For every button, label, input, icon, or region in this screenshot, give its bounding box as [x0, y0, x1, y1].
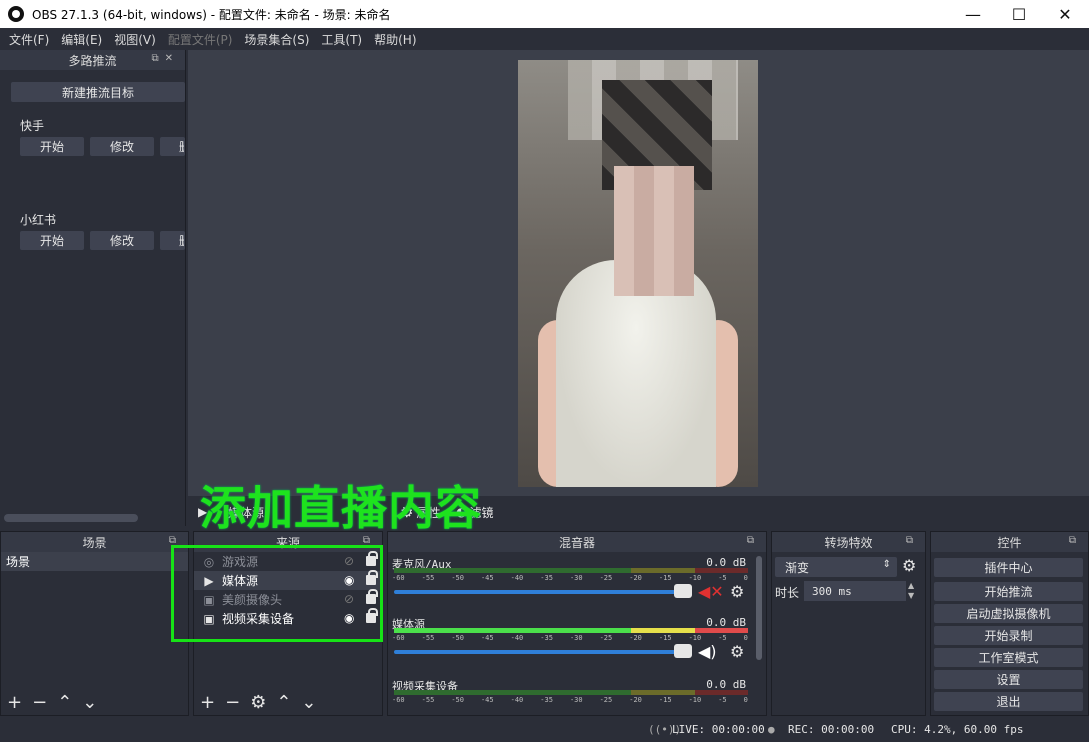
remove-icon[interactable]: −: [32, 692, 47, 713]
start-recording-button[interactable]: 开始录制: [934, 626, 1083, 645]
start-streaming-button[interactable]: 开始推流: [934, 582, 1083, 601]
new-stream-target-button[interactable]: 新建推流目标: [11, 82, 185, 102]
live-time: LIVE: 00:00:00: [672, 723, 765, 736]
settings-button[interactable]: 设置: [934, 670, 1083, 689]
controls-title: 控件: [997, 535, 1022, 550]
meter-ticks: -60 -55 -50 -45 -40 -35 -30 -25 -20 -15 -10 -5 0: [392, 574, 748, 582]
scenes-header: 场景 ⧉: [1, 532, 188, 552]
xiaohongshu-start-button[interactable]: 开始: [20, 231, 84, 250]
menu-profile[interactable]: 配置文件(P): [162, 31, 239, 48]
multistream-title: 多路推流: [68, 53, 117, 68]
plugin-center-button[interactable]: 插件中心: [934, 558, 1083, 577]
close-button[interactable]: ✕: [1042, 0, 1088, 28]
speaker-muted-icon[interactable]: ◀✕: [698, 582, 724, 601]
mixer-channel-mic: 麦克风/Aux 0.0 dB -60 -55 -50 -45 -40 -35 -30 -25-…: [392, 556, 748, 606]
remove-icon[interactable]: −: [225, 692, 240, 713]
menu-scene-collection[interactable]: 场景集合(S): [238, 31, 315, 48]
kuaishou-delete-button[interactable]: 删: [160, 137, 185, 156]
duration-label: 时长: [775, 586, 800, 600]
dock-float-close-icons[interactable]: ⧉✕: [151, 53, 179, 64]
meter-ticks: -60 -55 -50 -45 -40 -35 -30 -25 -20 -15 -10 -5 0: [392, 634, 748, 642]
rec-time: REC: 00:00:00: [788, 723, 875, 736]
mixer-scrollbar[interactable]: [756, 556, 762, 660]
volume-fader[interactable]: [394, 650, 684, 654]
gear-icon[interactable]: ⚙: [730, 642, 744, 661]
platform-label-xiaohongshu: 小红书: [20, 213, 57, 227]
cpu-fps: CPU: 4.2%, 60.00 fps: [891, 723, 1024, 736]
minimize-button[interactable]: —: [950, 0, 996, 28]
obs-logo-icon: [8, 6, 24, 22]
multistream-dock: 多路推流 ⧉✕ 新建推流目标 快手 开始 修改 删 小红书 开始 修改 删: [0, 50, 186, 526]
speaker-icon[interactable]: ◀): [698, 642, 717, 661]
mixer-channel-media: 媒体源 0.0 dB -60 -55 -50 -45 -40 -35 -30 -25 -20 -1…: [392, 616, 748, 666]
gear-icon[interactable]: ⚙: [250, 692, 266, 713]
add-icon[interactable]: +: [200, 692, 215, 713]
move-down-icon[interactable]: ⌄: [82, 692, 97, 713]
preview-video-frame: [518, 60, 758, 487]
scenes-footer: + − ⌃ ⌄: [1, 689, 188, 715]
volume-meter: [394, 628, 748, 633]
transitions-header: 转场特效 ⧉: [772, 532, 925, 552]
gear-icon[interactable]: ⚙: [902, 556, 916, 575]
rec-dot-icon: ●: [768, 723, 775, 736]
studio-mode-button[interactable]: 工作室模式: [934, 648, 1083, 667]
menu-view[interactable]: 视图(V): [108, 31, 162, 48]
transition-select[interactable]: 渐变 ⇕: [775, 557, 897, 577]
add-icon[interactable]: +: [7, 692, 22, 713]
transition-selected: 渐变: [785, 560, 810, 575]
scenes-title: 场景: [82, 535, 107, 550]
exit-button[interactable]: 退出: [934, 692, 1083, 711]
menu-file[interactable]: 文件(F): [3, 31, 55, 48]
scenes-dock: 场景 ⧉ 场景 + − ⌃ ⌄: [0, 531, 189, 716]
multistream-header: 多路推流 ⧉✕: [0, 50, 185, 70]
fader-knob[interactable]: [674, 584, 692, 598]
kuaishou-start-button[interactable]: 开始: [20, 137, 84, 156]
mixer-header: 混音器 ⧉: [388, 532, 766, 552]
status-bar: ((•)) LIVE: 00:00:00 ● REC: 00:00:00 CPU…: [0, 716, 1089, 742]
move-down-icon[interactable]: ⌄: [301, 692, 316, 713]
mixer-dock: 混音器 ⧉ 麦克风/Aux 0.0 dB -60 -55 -50 -45 -40 -35-…: [387, 531, 767, 716]
sources-footer: + − ⚙ ⌃ ⌄: [194, 689, 382, 715]
controls-header: 控件 ⧉: [931, 532, 1088, 552]
kuaishou-edit-button[interactable]: 修改: [90, 137, 154, 156]
dock-float-icon[interactable]: ⧉: [906, 535, 919, 546]
transitions-title: 转场特效: [824, 535, 873, 550]
dock-float-icon[interactable]: ⧉: [1069, 535, 1082, 546]
duration-input[interactable]: 300 ms: [804, 581, 906, 601]
chevron-updown-icon: ⇕: [882, 559, 891, 570]
xiaohongshu-edit-button[interactable]: 修改: [90, 231, 154, 250]
platform-label-kuaishou: 快手: [20, 119, 45, 133]
duration-spinner-icon[interactable]: ▲ ▼: [908, 581, 914, 601]
meter-ticks: -60 -55 -50 -45 -40 -35 -30 -25 -20 -15 -10 -5 0: [392, 696, 748, 704]
mixer-title: 混音器: [558, 535, 595, 550]
menu-help[interactable]: 帮助(H): [368, 31, 422, 48]
highlight-box: [171, 545, 383, 642]
gear-icon[interactable]: ⚙: [730, 582, 744, 601]
overlay-caption: 添加直播内容: [200, 481, 482, 535]
menu-bar: 文件(F) 编辑(E) 视图(V) 配置文件(P) 场景集合(S) 工具(T) …: [0, 28, 1089, 50]
xiaohongshu-delete-button[interactable]: 删: [160, 231, 185, 250]
move-up-icon[interactable]: ⌃: [276, 692, 291, 713]
menu-edit[interactable]: 编辑(E): [55, 31, 108, 48]
controls-dock: 控件 ⧉ 插件中心 开始推流 启动虚拟摄像机 开始录制 工作室模式 设置 退出: [930, 531, 1089, 716]
pixelated-face: [614, 166, 694, 296]
maximize-button[interactable]: ☐: [996, 0, 1042, 28]
fader-knob[interactable]: [674, 644, 692, 658]
window-title: OBS 27.1.3 (64-bit, windows) - 配置文件: 未命名…: [32, 7, 391, 22]
volume-meter: [394, 568, 748, 573]
mixer-channel-video-capture: 视频采集设备 0.0 dB -60 -55 -50 -45 -40 -35 -30 -25 -2…: [392, 678, 748, 714]
transitions-dock: 转场特效 ⧉ 渐变 ⇕ ⚙ 时长 300 ms ▲ ▼: [771, 531, 926, 716]
multistream-scrollbar[interactable]: [4, 514, 138, 522]
volume-meter: [394, 690, 748, 695]
title-bar: OBS 27.1.3 (64-bit, windows) - 配置文件: 未命名…: [0, 0, 1089, 28]
volume-fader[interactable]: [394, 590, 684, 594]
start-virtual-camera-button[interactable]: 启动虚拟摄像机: [934, 604, 1083, 623]
menu-tools[interactable]: 工具(T): [315, 31, 368, 48]
dock-float-icon[interactable]: ⧉: [747, 535, 760, 546]
scene-item[interactable]: 场景: [1, 552, 188, 571]
move-up-icon[interactable]: ⌃: [57, 692, 72, 713]
